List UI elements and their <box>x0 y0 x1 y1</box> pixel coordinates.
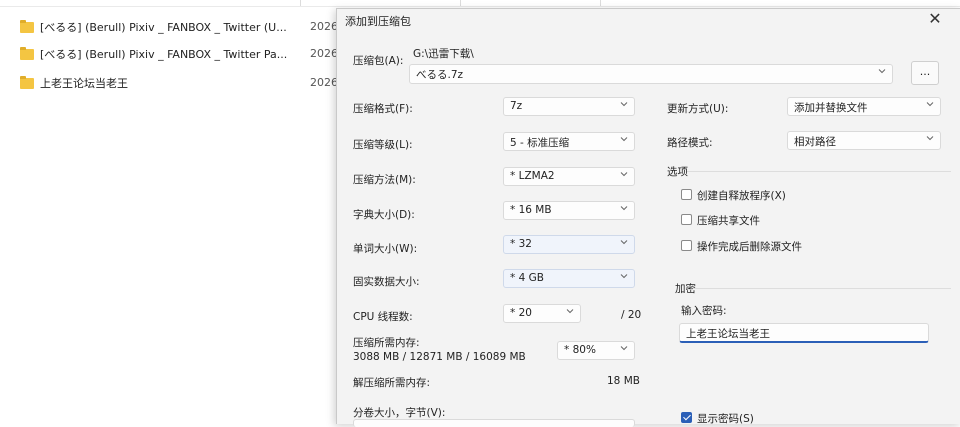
chevron-down-icon <box>620 206 628 211</box>
archive-dir: G:\迅雷下载\ <box>413 48 474 60</box>
memory-detail: 3088 MB / 12871 MB / 16089 MB <box>353 351 526 363</box>
method-label: 压缩方法(M): <box>353 174 416 186</box>
sfx-label: 创建自释放程序(X) <box>697 190 786 202</box>
level-value: 5 - 标准压缩 <box>510 137 570 149</box>
threads-label: CPU 线程数: <box>353 311 413 323</box>
password-value: 上老王论坛当老王 <box>686 328 770 340</box>
file-name: 上老王论坛当老王 <box>40 77 128 90</box>
word-size-value: * 32 <box>510 238 532 250</box>
dictionary-select[interactable]: * 16 MB <box>503 201 635 220</box>
path-mode-select[interactable]: 相对路径 <box>787 131 941 150</box>
shared-files-checkbox[interactable] <box>681 214 692 225</box>
chevron-down-icon <box>620 137 628 142</box>
add-to-archive-dialog: 添加到压缩包 ✕ 压缩包(A): G:\迅雷下载\ べるる.7z ... 压缩格… <box>336 8 960 427</box>
format-value: 7z <box>510 100 523 112</box>
level-select[interactable]: 5 - 标准压缩 <box>503 132 635 151</box>
method-value: * LZMA2 <box>510 170 555 182</box>
format-select[interactable]: 7z <box>503 97 635 116</box>
chevron-down-icon <box>620 102 628 107</box>
threads-select[interactable]: * 20 <box>503 304 581 323</box>
format-label: 压缩格式(F): <box>353 103 413 115</box>
update-mode-value: 添加并替换文件 <box>794 102 868 114</box>
delete-after-label: 操作完成后删除源文件 <box>697 241 802 253</box>
solid-size-select[interactable]: * 4 GB <box>503 269 635 288</box>
threads-total: / 20 <box>621 309 642 321</box>
sfx-checkbox[interactable] <box>681 189 692 200</box>
memory-percent-value: * 80% <box>564 344 596 356</box>
chevron-down-icon <box>620 172 628 177</box>
delete-after-checkbox[interactable] <box>681 240 692 251</box>
chevron-down-icon <box>620 274 628 279</box>
close-icon[interactable]: ✕ <box>927 11 943 27</box>
file-name: [べるる] (Berull) Pixiv _ FANBOX _ Twitter … <box>40 48 288 61</box>
encryption-group-divider <box>693 288 951 289</box>
memory-label: 压缩所需内存: <box>353 337 420 349</box>
volume-size-combo[interactable] <box>353 419 635 427</box>
dialog-title: 添加到压缩包 <box>345 15 411 28</box>
file-row[interactable]: [べるる] (Berull) Pixiv _ FANBOX _ Twitter … <box>20 17 287 37</box>
archive-label: 压缩包(A): <box>353 55 404 67</box>
chevron-down-icon <box>878 69 886 74</box>
decompress-memory-value: 18 MB <box>607 375 640 387</box>
threads-value: * 20 <box>510 307 532 319</box>
chevron-down-icon <box>566 309 574 314</box>
file-row[interactable]: [べるる] (Berull) Pixiv _ FANBOX _ Twitter … <box>20 44 287 64</box>
chevron-down-icon <box>620 346 628 351</box>
options-group-title: 选项 <box>667 166 688 178</box>
options-group-divider <box>687 171 951 172</box>
dictionary-label: 字典大小(D): <box>353 209 415 221</box>
update-mode-label: 更新方式(U): <box>667 103 729 115</box>
word-size-label: 单词大小(W): <box>353 243 418 255</box>
browse-button[interactable]: ... <box>911 61 939 85</box>
shared-files-label: 压缩共享文件 <box>697 215 760 227</box>
method-select[interactable]: * LZMA2 <box>503 167 635 186</box>
level-label: 压缩等级(L): <box>353 139 413 151</box>
folder-icon <box>20 46 34 60</box>
folder-icon <box>20 75 34 89</box>
update-mode-select[interactable]: 添加并替换文件 <box>787 97 941 116</box>
chevron-down-icon <box>926 136 934 141</box>
column-header-strip <box>0 0 960 7</box>
password-input[interactable]: 上老王论坛当老王 <box>679 323 929 343</box>
word-size-select[interactable]: * 32 <box>503 235 635 254</box>
folder-icon <box>20 19 34 33</box>
path-mode-label: 路径模式: <box>667 137 713 149</box>
column-divider[interactable] <box>300 0 301 6</box>
dictionary-value: * 16 MB <box>510 204 552 216</box>
solid-size-label: 固实数据大小: <box>353 276 420 288</box>
file-name: [べるる] (Berull) Pixiv _ FANBOX _ Twitter … <box>40 21 287 34</box>
archive-name-value: べるる.7z <box>416 69 464 81</box>
column-divider[interactable] <box>600 0 601 6</box>
show-password-label: 显示密码(S) <box>697 413 754 425</box>
solid-size-value: * 4 GB <box>510 272 544 284</box>
archive-name-combo[interactable]: べるる.7z <box>409 64 893 84</box>
chevron-down-icon <box>926 102 934 107</box>
chevron-down-icon <box>620 240 628 245</box>
file-row[interactable]: 上老王论坛当老王 <box>20 73 128 93</box>
column-divider[interactable] <box>460 0 461 6</box>
path-mode-value: 相对路径 <box>794 136 836 148</box>
password-label: 输入密码: <box>681 305 727 317</box>
show-password-checkbox[interactable] <box>681 412 692 423</box>
volume-size-label: 分卷大小，字节(V): <box>353 407 446 419</box>
decompress-memory-label: 解压缩所需内存: <box>353 377 431 389</box>
memory-percent-select[interactable]: * 80% <box>557 341 635 360</box>
